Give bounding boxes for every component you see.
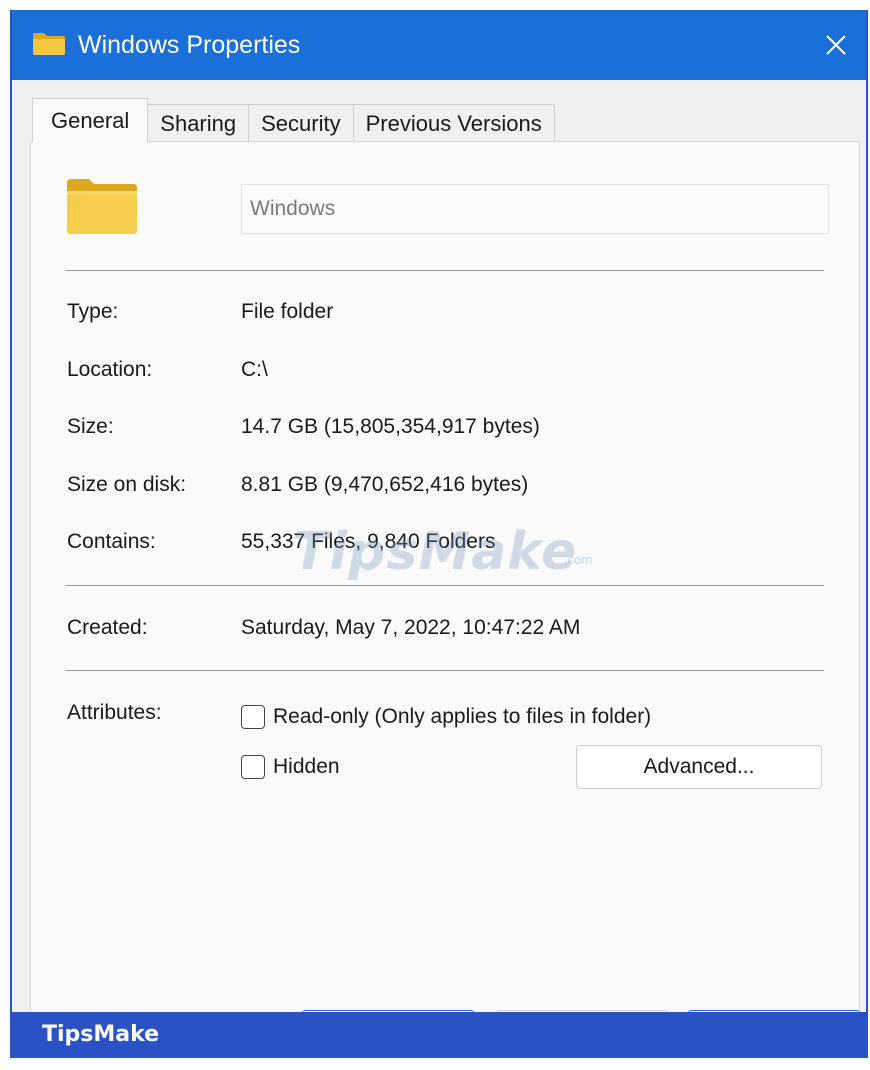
- folder-icon: [33, 33, 65, 55]
- divider: [66, 670, 824, 671]
- close-button[interactable]: [806, 10, 866, 80]
- general-panel: Type: File folder Location: C:\ Size: 14…: [30, 141, 860, 1019]
- size-on-disk-label: Size on disk:: [67, 473, 187, 496]
- tab-general[interactable]: General: [32, 98, 149, 142]
- footer-banner: TipsMake: [10, 1012, 868, 1058]
- divider: [66, 270, 824, 271]
- size-on-disk-value: 8.81 GB (9,470,652,416 bytes): [241, 473, 529, 496]
- location-label: Location:: [67, 358, 153, 381]
- created-value: Saturday, May 7, 2022, 10:47:22 AM: [241, 616, 581, 639]
- advanced-button[interactable]: Advanced...: [576, 745, 822, 789]
- hidden-checkbox[interactable]: Hidden: [241, 753, 340, 781]
- hidden-label: Hidden: [273, 755, 340, 778]
- checkbox-box[interactable]: [241, 755, 265, 779]
- watermark-suffix: .com: [564, 552, 593, 567]
- tab-sharing[interactable]: Sharing: [147, 104, 250, 142]
- folder-name-input[interactable]: [241, 184, 829, 234]
- type-value: File folder: [241, 300, 334, 323]
- read-only-label: Read-only (Only applies to files in fold…: [273, 705, 652, 728]
- folder-icon: [67, 179, 137, 234]
- footer-brand: TipsMake: [42, 1022, 160, 1047]
- divider: [66, 585, 824, 586]
- tab-label: Security: [261, 110, 341, 136]
- window-title: Windows Properties: [78, 31, 301, 59]
- contains-value: 55,337 Files, 9,840 Folders: [241, 530, 496, 553]
- read-only-checkbox[interactable]: Read-only (Only applies to files in fold…: [241, 703, 651, 731]
- checkbox-box[interactable]: [241, 705, 265, 729]
- location-value: C:\: [241, 358, 268, 381]
- close-icon: [826, 35, 846, 55]
- created-label: Created:: [67, 616, 148, 639]
- title-bar[interactable]: Windows Properties: [12, 10, 866, 80]
- tab-label: Previous Versions: [365, 110, 542, 136]
- tab-label: General: [51, 107, 130, 133]
- attributes-label: Attributes:: [67, 701, 162, 724]
- tab-previous-versions[interactable]: Previous Versions: [352, 104, 555, 142]
- tab-label: Sharing: [160, 110, 237, 136]
- contains-label: Contains:: [67, 530, 156, 553]
- tab-security[interactable]: Security: [248, 104, 354, 142]
- size-label: Size:: [67, 415, 114, 438]
- size-value: 14.7 GB (15,805,354,917 bytes): [241, 415, 540, 438]
- tab-strip: General Sharing Security Previous Versio…: [32, 98, 555, 142]
- properties-dialog: Windows Properties General Sharing Secur…: [10, 10, 868, 1058]
- screenshot-frame: Windows Properties General Sharing Secur…: [0, 0, 870, 1070]
- type-label: Type:: [67, 300, 119, 323]
